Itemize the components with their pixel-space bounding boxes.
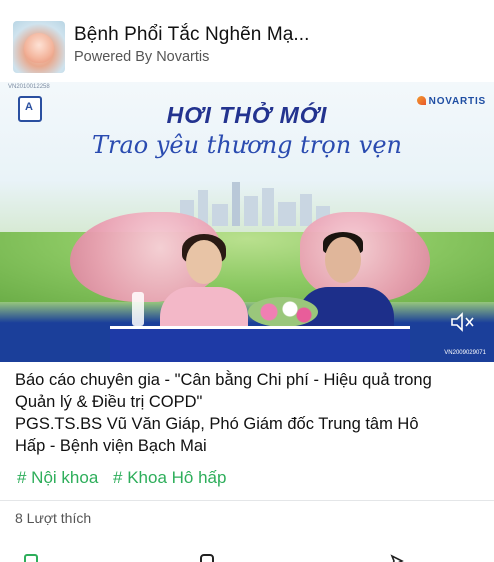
page-name[interactable]: Bệnh Phổi Tắc Nghẽn Mạ... [74,24,310,46]
flower-arrangement [248,297,318,327]
action-bar [0,548,494,562]
post-caption: Báo cáo chuyên gia - "Cân bằng Chi phí -… [15,369,489,457]
post-header: Bệnh Phổi Tắc Nghẽn Mạ... Powered By Nov… [0,0,494,82]
caption-line: PGS.TS.BS Vũ Văn Giáp, Phó Giám đốc Trun… [15,415,419,433]
caption-line: Hấp - Bệnh viện Bạch Mai [15,437,207,455]
speaker-1-head [186,240,222,284]
share-icon[interactable] [390,554,404,562]
hashtag-noi-khoa[interactable]: # Nội khoa [17,468,98,487]
city-skyline [180,180,330,226]
powered-by-label: Powered By Novartis [74,49,210,65]
hashtag-list: # Nội khoa # Khoa Hô hấp [17,468,236,488]
speaker-muted-icon[interactable] [450,312,476,332]
water-bottle [132,292,144,326]
video-headline: HƠI THỞ MỚI [166,102,328,128]
like-icon[interactable] [24,554,38,562]
speaker-2-head [325,237,361,283]
video-subheadline: Trao yêu thương trọn vẹn [91,131,403,159]
video-code-bottom: VN2009029071 [444,350,486,356]
video-player[interactable]: VN2010012258 NOVARTIS HƠI THỞ MỚI Trao y… [0,82,494,362]
hashtag-khoa-ho-hap[interactable]: # Khoa Hô hấp [113,468,226,487]
divider [0,500,494,501]
video-code-top: VN2010012258 [8,84,50,90]
stage-table [110,326,410,362]
caption-line: Quản lý & Điều trị COPD" [15,393,203,411]
hands-avatar-icon [24,33,54,63]
page-avatar[interactable] [13,21,65,73]
comment-icon[interactable] [200,554,214,562]
caption-line: Báo cáo chuyên gia - "Cân bằng Chi phí -… [15,371,432,389]
like-count[interactable]: 8 Lượt thích [15,510,91,526]
